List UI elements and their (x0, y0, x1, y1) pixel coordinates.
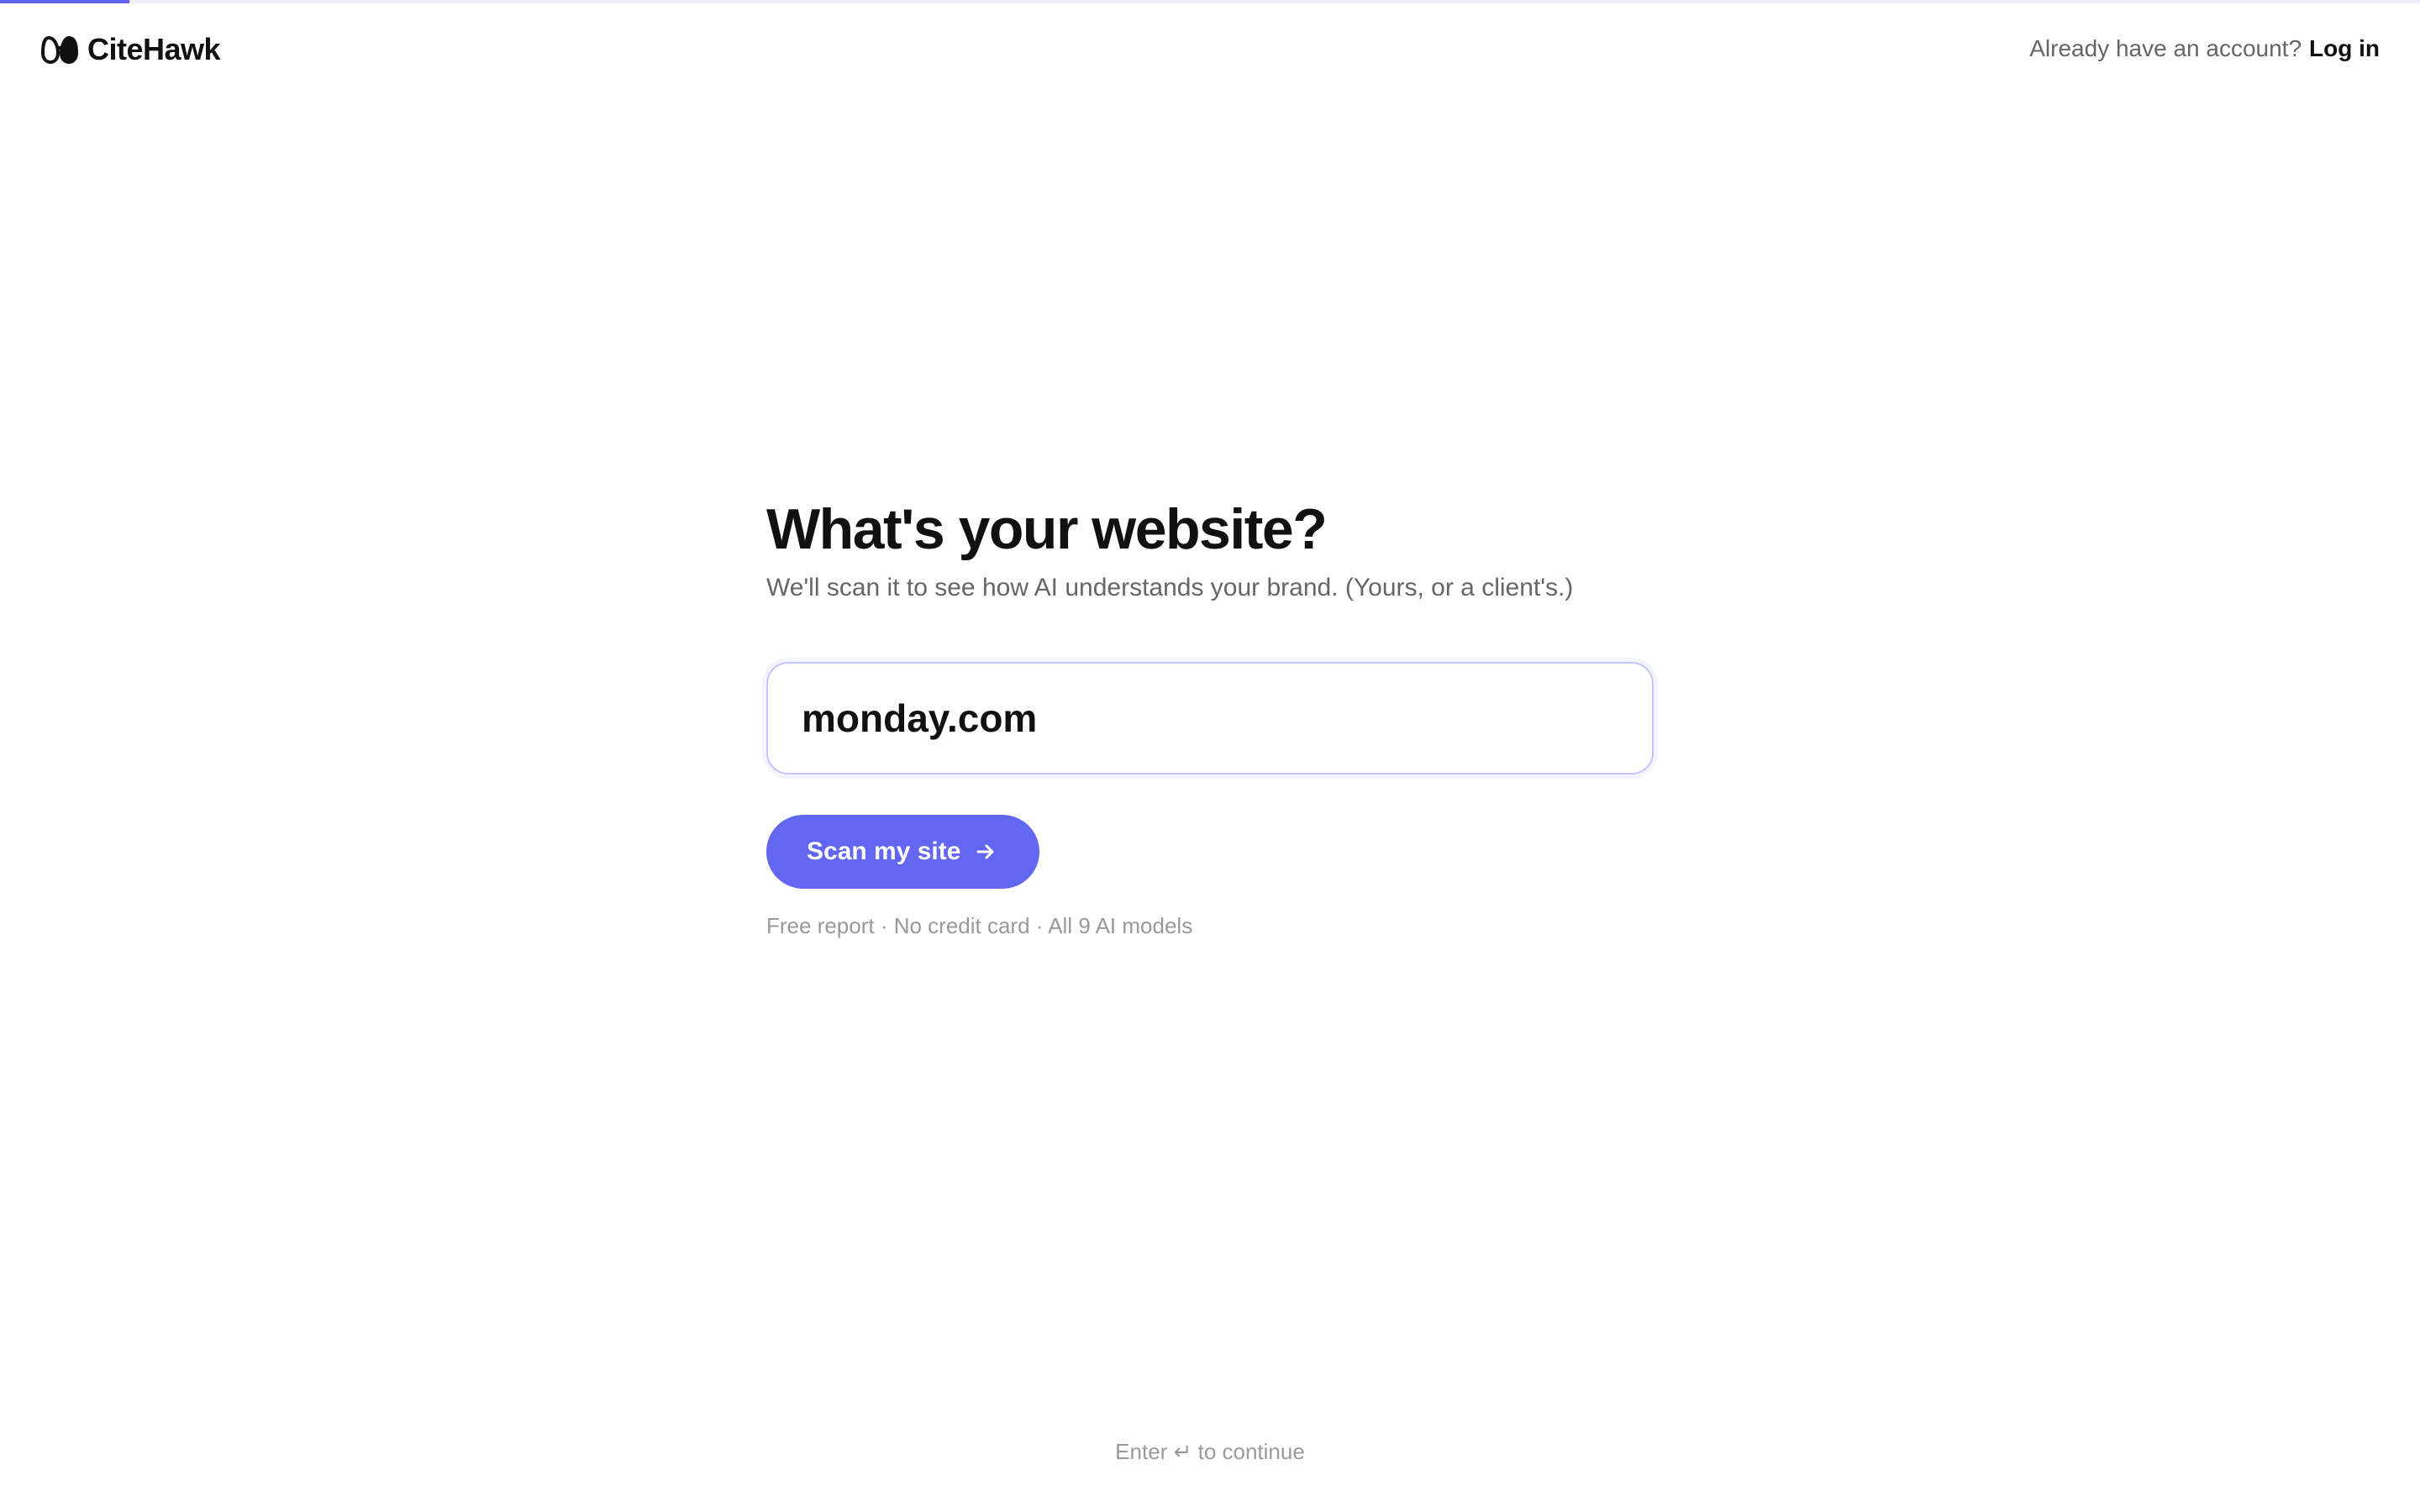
brand-name: CiteHawk (87, 32, 221, 66)
login-prompt: Already have an account? Log in (2029, 35, 2380, 62)
enter-hint-prefix: Enter (1115, 1439, 1168, 1464)
arrow-right-icon (974, 840, 997, 864)
scan-my-site-button[interactable]: Scan my site (766, 815, 1040, 889)
enter-key-icon: ↵ (1173, 1439, 1192, 1464)
website-step: What's your website? We'll scan it to se… (766, 496, 1654, 941)
website-url-input[interactable] (766, 662, 1654, 774)
enter-hint: Enter ↵ to continue (0, 1439, 2420, 1465)
page-subtitle: We'll scan it to see how AI understands … (766, 574, 1574, 601)
binoculars-icon (40, 33, 81, 66)
enter-hint-suffix: to continue (1197, 1439, 1305, 1464)
progress-fill (0, 0, 130, 3)
page-title: What's your website? (766, 497, 1328, 561)
scan-button-label: Scan my site (807, 837, 961, 865)
login-link[interactable]: Log in (2309, 35, 2380, 62)
progress-track (0, 0, 2420, 3)
brand-logo[interactable]: CiteHawk (40, 32, 221, 67)
login-prompt-text: Already have an account? (2029, 35, 2302, 61)
fine-print: Free report · No credit card · All 9 AI … (766, 913, 1193, 938)
